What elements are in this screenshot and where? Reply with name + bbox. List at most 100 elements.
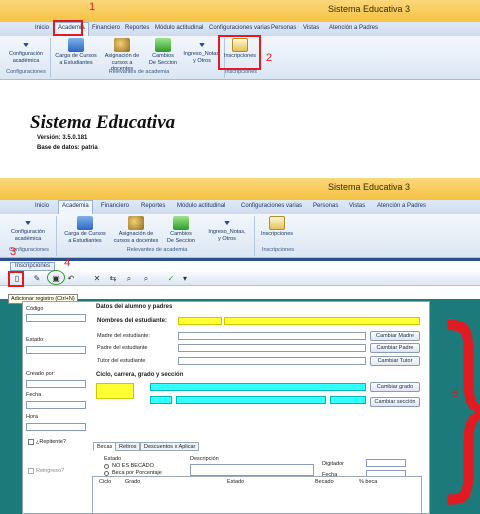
app-title: Sistema Educativa 3 [327,4,410,14]
reingreso-checkbox[interactable] [28,468,34,474]
grado-desc-field[interactable] [176,396,326,404]
repitente-checkbox[interactable] [28,439,34,445]
dropdown-arrow-icon [199,43,205,47]
inscripciones-button[interactable]: Inscripciones [256,216,298,238]
cambios-seccion-button[interactable]: Cambios De Seccion [162,216,200,244]
asignacion-cursos-button[interactable]: Asignación de cursos a docentes [110,216,162,244]
check-icon[interactable]: ✓ [166,274,176,284]
separator [50,38,51,78]
radio-no-becado[interactable] [104,464,109,469]
tab-becas[interactable]: Becas [93,442,117,451]
hora-label: Hora [26,414,38,420]
menu-bar: Inicio Academia Financiero Reportes Módu… [0,200,480,214]
tab-vistas[interactable]: Vistas [346,201,368,211]
undo-icon[interactable]: ↶ [66,274,76,284]
carga-cursos-button[interactable]: Carga de Cursos a Estudiantes [54,38,98,66]
tab-personas[interactable]: Personas [268,23,299,33]
tab-configuraciones-varias[interactable]: Configuraciones varias [206,23,273,33]
chevron-down-icon[interactable]: ▾ [180,274,190,284]
ingreso-notas-button[interactable]: Ingreso_Notas, y Otros [200,216,254,242]
tab-descuentos[interactable]: Descuentos x Aplicar [140,442,200,451]
find-icon[interactable]: ⌕ [141,274,151,284]
descripcion-label: Descripción [190,456,219,462]
codigo-label: Código [26,306,44,312]
tab-configuraciones-varias[interactable]: Configuraciones varias [238,201,305,211]
tab-atencion-padres[interactable]: Atención a Padres [326,23,381,33]
carga-cursos-button[interactable]: Carga de Cursos a Estudiantes [60,216,110,244]
configuracion-academica-button[interactable]: Configuración académica [6,216,50,242]
tab-financiero[interactable]: Financiero [89,23,123,33]
asignacion-cursos-button[interactable]: Asignación de cursos a docentes [100,38,144,73]
cambiar-seccion-button[interactable]: Cambiar sección [370,397,420,407]
nombre-estudiante-field-1[interactable] [178,317,222,325]
cambiar-tutor-button[interactable]: Cambiar Tutor [370,356,420,366]
estado-field[interactable] [26,346,86,354]
refresh-icon[interactable]: ⇆ [108,274,118,284]
creado-por-field[interactable] [26,380,86,388]
table-header-beca-pct: % beca [359,479,378,485]
tab-inicio[interactable]: Inicio [32,23,52,33]
ciclo-field[interactable] [96,383,134,399]
section-change-icon [173,216,189,230]
codigo-field[interactable] [26,314,86,322]
padre-field[interactable] [178,344,366,352]
nombre-estudiante-label: Nombres del estudiante: [97,318,168,324]
tab-retiros[interactable]: Retiros [115,442,141,451]
madre-field[interactable] [178,332,366,340]
tab-reportes[interactable]: Reportes [122,23,152,33]
tab-atencion-padres[interactable]: Atención a Padres [374,201,429,211]
configuracion-academica-button[interactable]: Configuración académica [6,38,46,64]
tab-modulo-actitudinal[interactable]: Módulo actitudinal [174,201,228,211]
digitador-field[interactable] [366,459,406,467]
group-label-inscripciones: Inscripciones [261,247,295,253]
group-label-academia: Relevantes de academia [108,69,170,75]
tab-personas[interactable]: Personas [310,201,341,211]
inscription-icon [269,216,285,230]
students-icon [77,216,93,230]
cambiar-madre-button[interactable]: Cambiar Madre [370,331,420,341]
tab-vistas[interactable]: Vistas [300,23,322,33]
descripcion-field[interactable] [190,464,314,476]
teacher-icon [128,216,144,230]
creado-por-label: Creado por: [26,371,56,377]
title-bar: Sistema Educativa 3 [0,0,480,22]
app-title: Sistema Educativa 3 [327,182,410,192]
table-header-becado: Becado [315,479,334,485]
tutor-label: Tutor del estudiante [97,358,146,364]
section-change-icon [155,38,171,52]
tab-modulo-actitudinal[interactable]: Módulo actitudinal [152,23,206,33]
highlight-academia [53,20,83,36]
cambiar-padre-button[interactable]: Cambiar Padre [370,343,420,353]
nombre-estudiante-field-2[interactable] [224,317,420,325]
table-header-estado: Estado [227,479,245,485]
fecha-field[interactable] [26,401,86,409]
tab-academia[interactable]: Academia [58,200,93,214]
group-label-configuraciones: Configuraciones [6,69,46,75]
tab-reportes[interactable]: Reportes [138,201,168,211]
search-icon[interactable]: ⌕ [124,274,134,284]
tab-inicio[interactable]: Inicio [32,201,52,211]
becas-table: Ciclo Grado Estado Becado % beca [92,476,422,514]
edit-icon[interactable]: ✎ [32,274,42,284]
tab-financiero[interactable]: Financiero [98,201,132,211]
document-bar [0,258,480,261]
cambios-seccion-button[interactable]: Cambios De Seccion [146,38,180,66]
section-datos-title: Datos del alumno y padres [96,304,173,310]
highlight-save [47,270,65,285]
madre-label: Madre del estudiante: [97,333,150,339]
delete-icon[interactable]: ✕ [92,274,102,284]
version-line: Versión: 3.5.0.181 [37,135,88,141]
padre-label: Padre del estudiante [97,345,148,351]
students-icon [68,38,84,52]
carrera-field[interactable] [150,383,366,391]
grado-field[interactable] [150,396,172,404]
tutor-field[interactable] [178,357,366,365]
inscripciones-doc-tab[interactable]: Inscripciones [10,262,56,271]
seccion-field[interactable] [330,396,366,404]
table-header-grado: Grado [125,479,141,485]
cambiar-grado-button[interactable]: Cambiar grado [370,382,420,392]
hora-field[interactable] [26,423,86,431]
highlight-inscripciones [218,35,261,70]
dropdown-arrow-icon [23,43,29,47]
separator [254,216,255,256]
